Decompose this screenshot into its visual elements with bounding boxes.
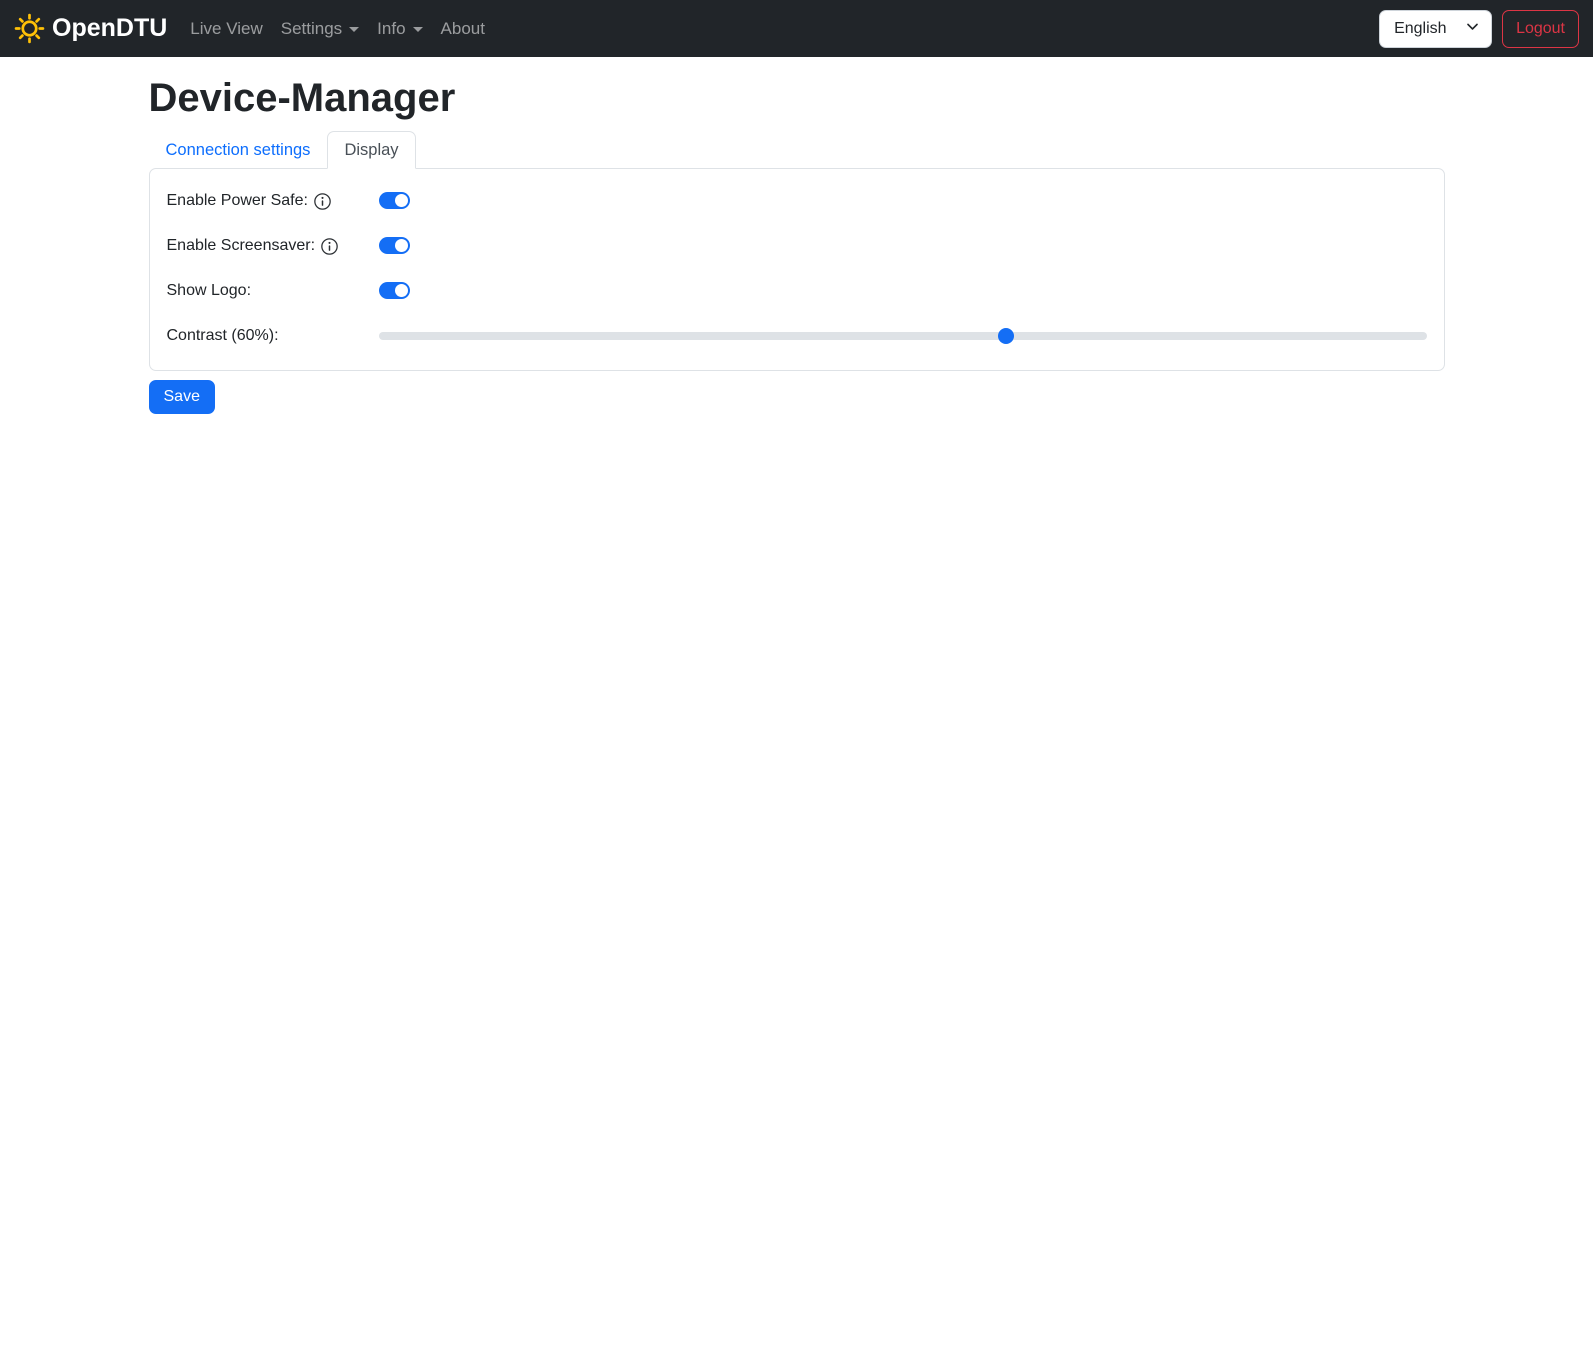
nav-links: Live View Settings Info About	[181, 11, 494, 47]
enable-power-safe-toggle[interactable]	[378, 192, 410, 210]
show-logo-toggle[interactable]	[378, 282, 410, 300]
caret-down-icon	[412, 27, 423, 32]
nav-item-info[interactable]: Info	[368, 11, 431, 47]
nav-item-live-view-label: Live View	[190, 18, 263, 38]
enable-screensaver-label-wrap: Enable Screensaver:	[167, 237, 379, 255]
page-title: Device-Manager	[148, 76, 456, 120]
enable-power-safe-control	[378, 192, 1427, 210]
save-button[interactable]: Save	[148, 380, 215, 414]
enable-screensaver-toggle[interactable]	[378, 237, 410, 255]
nav-item-info-label: Info	[377, 18, 406, 38]
show-logo-control	[378, 282, 1427, 300]
row-contrast: Contrast (60%):	[167, 323, 1427, 349]
enable-screensaver-label: Enable Screensaver:	[166, 237, 316, 254]
sun-icon	[14, 13, 45, 44]
contrast-label: Contrast (60%):	[166, 327, 279, 344]
display-settings-card: Enable Power Safe: Enable Screensaver: S…	[148, 168, 1445, 371]
brand-label: OpenDTU	[52, 14, 168, 42]
row-enable-power-safe: Enable Power Safe:	[167, 188, 1427, 214]
row-enable-screensaver: Enable Screensaver:	[167, 233, 1427, 259]
toggle-knob	[394, 194, 408, 208]
nav-item-about-label: About	[440, 18, 485, 38]
brand-link[interactable]: OpenDTU	[14, 13, 167, 44]
contrast-label-wrap: Contrast (60%):	[167, 327, 379, 345]
tab-connection-settings[interactable]: Connection settings	[149, 131, 328, 169]
tab-display-link[interactable]: Display	[327, 131, 416, 169]
contrast-control	[378, 328, 1427, 344]
show-logo-label: Show Logo:	[166, 282, 252, 299]
logout-button[interactable]: Logout	[1502, 9, 1579, 48]
tab-display[interactable]: Display	[327, 131, 416, 169]
enable-power-safe-label-wrap: Enable Power Safe:	[167, 192, 379, 210]
tab-connection-settings-link[interactable]: Connection settings	[149, 131, 328, 169]
toggle-knob	[394, 239, 408, 253]
navbar-right: English Logout	[1379, 9, 1579, 48]
contrast-slider[interactable]	[378, 328, 1427, 344]
nav-item-live-view[interactable]: Live View	[181, 11, 271, 47]
enable-screensaver-control	[378, 237, 1427, 255]
info-icon[interactable]	[314, 192, 331, 210]
tab-bar: Connection settings Display	[149, 131, 1445, 169]
enable-power-safe-label: Enable Power Safe:	[166, 192, 308, 209]
toggle-knob	[394, 284, 408, 298]
language-select[interactable]: English	[1379, 9, 1493, 48]
nav-item-settings-label: Settings	[280, 18, 343, 38]
row-show-logo: Show Logo:	[167, 278, 1427, 304]
show-logo-label-wrap: Show Logo:	[167, 282, 379, 300]
caret-down-icon	[349, 27, 360, 32]
main-container: Device-Manager Connection settings Displ…	[137, 76, 1457, 414]
nav-item-settings[interactable]: Settings	[272, 11, 368, 47]
info-icon[interactable]	[321, 237, 338, 255]
nav-item-about[interactable]: About	[432, 11, 494, 47]
language-select-wrap: English	[1379, 9, 1493, 48]
top-navbar: OpenDTU Live View Settings Info About En…	[0, 0, 1593, 57]
